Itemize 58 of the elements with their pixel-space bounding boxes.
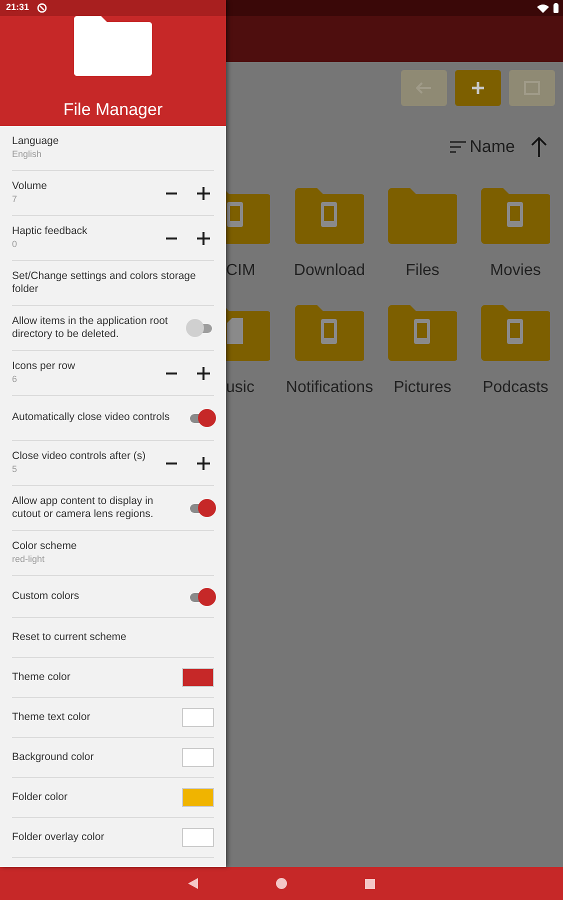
- folder-label[interactable]: CIM: [226, 260, 256, 280]
- arrow-up-icon[interactable]: [531, 136, 547, 158]
- folder-label[interactable]: usic: [226, 378, 254, 397]
- color-swatch[interactable]: [182, 748, 214, 767]
- folder-label[interactable]: Podcasts: [472, 378, 560, 397]
- new-folder-button[interactable]: [455, 70, 501, 106]
- battery-icon: [553, 3, 559, 13]
- sort-label[interactable]: Name: [470, 134, 515, 160]
- home-icon[interactable]: [276, 878, 287, 889]
- toggle-switch[interactable]: [188, 318, 214, 338]
- toggle-switch[interactable]: [188, 498, 214, 518]
- setting-label: Background color: [12, 750, 95, 764]
- wifi-icon: [537, 4, 549, 12]
- folder-label[interactable]: Download: [286, 260, 374, 280]
- folder-label[interactable]: Notifications: [286, 378, 374, 397]
- plus-icon: [197, 456, 210, 470]
- setting-label: Icons per row: [12, 360, 76, 373]
- plus-icon: [197, 232, 210, 244]
- setting-value: 5: [12, 462, 18, 476]
- setting-value: 6: [12, 372, 18, 386]
- status-time: 21:31: [6, 1, 30, 14]
- back-icon[interactable]: [188, 878, 198, 889]
- sort-icon[interactable]: [450, 140, 466, 153]
- setting-label: Folder overlay color: [12, 830, 106, 844]
- toggle-switch[interactable]: [188, 586, 214, 606]
- app-title: File Manager: [63, 98, 163, 120]
- setting-label: Automatically close video controls: [12, 411, 171, 425]
- setting-label: Set/Change settings and colors storage folder: [12, 270, 197, 296]
- folder-label[interactable]: Pictures: [378, 378, 466, 397]
- plus-icon: [197, 366, 210, 380]
- setting-label: Volume: [12, 180, 48, 193]
- recents-icon[interactable]: [365, 878, 375, 888]
- setting-value: English: [12, 148, 43, 161]
- setting-label: Haptic feedback: [12, 224, 88, 238]
- setting-label: Reset to current scheme: [12, 630, 128, 644]
- folder-label[interactable]: Files: [378, 260, 466, 280]
- setting-label: Allow app content to display in cutout or camera lens regions.: [12, 494, 154, 522]
- setting-label: Folder color: [12, 790, 68, 804]
- setting-label: Color scheme: [12, 540, 78, 553]
- notification-icon: [37, 3, 48, 13]
- setting-label: Allow items in the application root directory to be deleted.: [12, 314, 169, 342]
- setting-value: 7: [12, 192, 18, 206]
- plus-icon: [197, 186, 210, 200]
- color-swatch[interactable]: [182, 708, 214, 727]
- setting-label: Theme text color: [12, 710, 92, 724]
- toggle-switch[interactable]: [188, 408, 214, 428]
- color-swatch[interactable]: [182, 788, 214, 807]
- folder-label[interactable]: Movies: [472, 260, 560, 280]
- setting-label: Theme color: [12, 670, 72, 684]
- color-swatch[interactable]: [182, 828, 214, 847]
- setting-label: Custom colors: [12, 590, 80, 604]
- new-folder-icon: [471, 81, 485, 95]
- folder-icon: [74, 16, 152, 76]
- setting-value: 0: [12, 238, 18, 251]
- setting-value: red-light: [12, 552, 46, 566]
- color-swatch[interactable]: [182, 668, 214, 687]
- setting-label: Close video controls after (s): [12, 450, 147, 463]
- setting-label: Language: [12, 134, 60, 148]
